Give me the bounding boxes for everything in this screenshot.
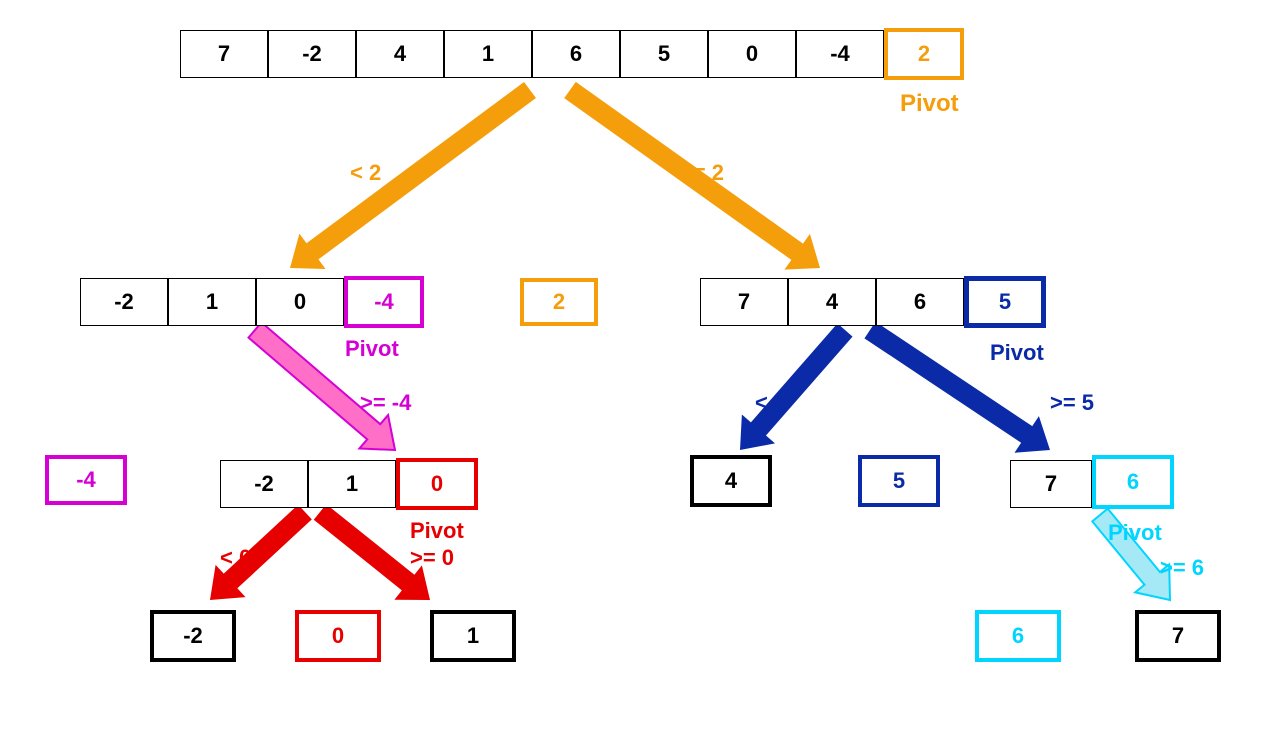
result-box-neg4: -4 bbox=[45, 455, 127, 505]
row1-left-cell: -2 bbox=[80, 278, 168, 326]
split-label-ge-neg4: >= -4 bbox=[360, 390, 411, 416]
result-box-0: 0 bbox=[295, 610, 381, 662]
row0-cell: 7 bbox=[180, 30, 268, 78]
result-box-neg2: -2 bbox=[150, 610, 236, 662]
row0-cell: 4 bbox=[356, 30, 444, 78]
row2-mid-cell: -2 bbox=[220, 460, 308, 508]
split-label-lt5: < 5 bbox=[755, 390, 786, 416]
row1-left-cell: 0 bbox=[256, 278, 344, 326]
result-box-4: 4 bbox=[690, 455, 772, 507]
row1-left-cell: 1 bbox=[168, 278, 256, 326]
row0-cell: 5 bbox=[620, 30, 708, 78]
result-box-7: 7 bbox=[1135, 610, 1221, 662]
split-label-ge5: >= 5 bbox=[1050, 390, 1094, 416]
split-label-lt0: < 0 bbox=[220, 545, 251, 571]
row1-left-pivot: -4 bbox=[344, 276, 424, 328]
row0-pivot-label: Pivot bbox=[900, 90, 959, 118]
row2-mid-pivot-label: Pivot bbox=[410, 518, 464, 544]
row1-right-cell: 6 bbox=[876, 278, 964, 326]
row0-cell: 0 bbox=[708, 30, 796, 78]
split-label-lt2: < 2 bbox=[350, 160, 381, 186]
row0-pivot: 2 bbox=[884, 28, 964, 80]
center-pivot-2: 2 bbox=[520, 278, 598, 326]
row2-mid-pivot: 0 bbox=[396, 458, 478, 510]
split-label-ge2: >= 2 bbox=[680, 160, 724, 186]
row0-cell: 6 bbox=[532, 30, 620, 78]
row2-mid-cell: 1 bbox=[308, 460, 396, 508]
row0-cell: -2 bbox=[268, 30, 356, 78]
row0-cell: -4 bbox=[796, 30, 884, 78]
result-box-1: 1 bbox=[430, 610, 516, 662]
row2-six-pivot: 6 bbox=[1092, 455, 1174, 509]
result-box-6: 6 bbox=[975, 610, 1061, 662]
row1-right-cell: 4 bbox=[788, 278, 876, 326]
split-label-ge0: >= 0 bbox=[410, 545, 454, 571]
row2-seven-cell: 7 bbox=[1010, 460, 1092, 508]
split-label-ge6: >= 6 bbox=[1160, 555, 1204, 581]
result-box-5: 5 bbox=[858, 455, 940, 507]
row1-right-pivot: 5 bbox=[964, 276, 1046, 328]
row0-cell: 1 bbox=[444, 30, 532, 78]
row2-six-pivot-label: Pivot bbox=[1108, 520, 1162, 546]
row1-left-pivot-label: Pivot bbox=[345, 336, 399, 362]
row1-right-pivot-label: Pivot bbox=[990, 340, 1044, 366]
row1-right-cell: 7 bbox=[700, 278, 788, 326]
